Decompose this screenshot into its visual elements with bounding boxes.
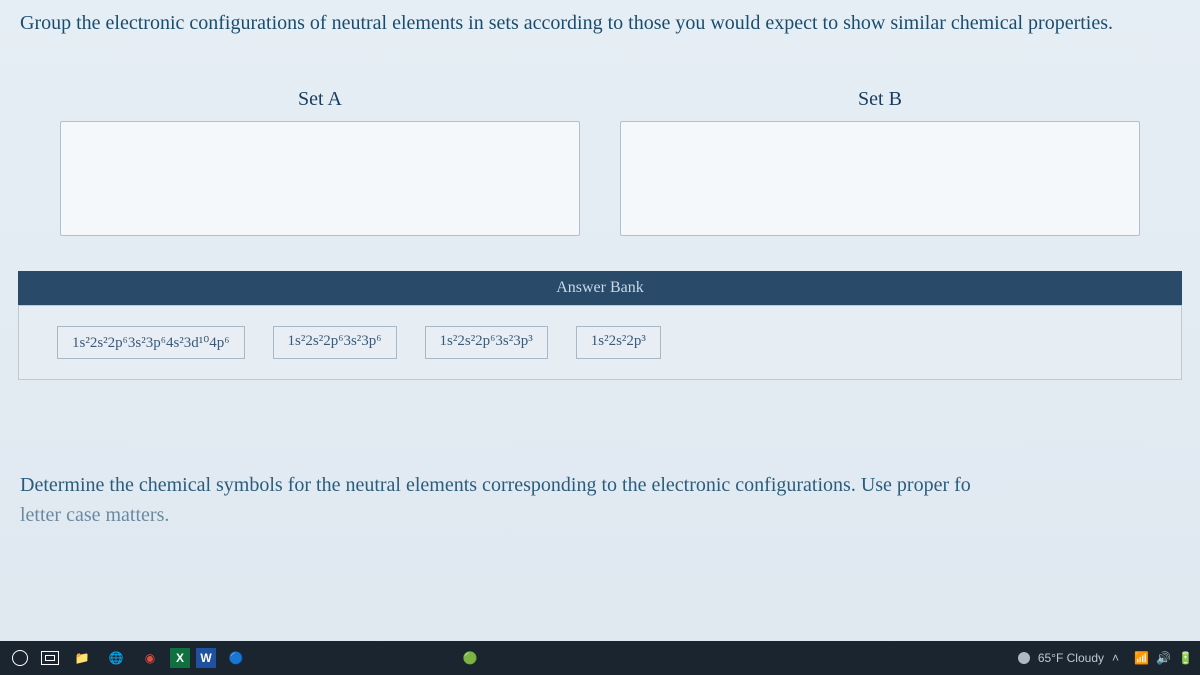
- set-b-label: Set B: [858, 88, 902, 111]
- weather-text[interactable]: 65°F Cloudy: [1038, 651, 1104, 665]
- task-view-button[interactable]: [38, 646, 62, 670]
- answer-bank-header: Answer Bank: [18, 271, 1182, 305]
- app-icon-1[interactable]: 🔵: [222, 646, 250, 670]
- battery-icon[interactable]: 🔋: [1178, 651, 1192, 665]
- edge-icon[interactable]: 🌐: [102, 646, 130, 670]
- volume-icon[interactable]: 🔊: [1156, 651, 1170, 665]
- config-item-4[interactable]: 1s²2s²2p³: [576, 326, 661, 359]
- taskbar: 📁 🌐 ◉ X W 🔵 🟢 65°F Cloudy ˄ 📶 🔊 🔋: [0, 641, 1200, 675]
- set-a-dropzone[interactable]: [60, 121, 580, 236]
- start-button[interactable]: [8, 646, 32, 670]
- network-icon[interactable]: 📶: [1134, 651, 1148, 665]
- weather-icon: [1018, 652, 1030, 664]
- file-explorer-icon[interactable]: 📁: [68, 646, 96, 670]
- word-icon[interactable]: W: [196, 648, 216, 668]
- set-b-group: Set B: [620, 88, 1140, 236]
- second-question: Determine the chemical symbols for the n…: [0, 380, 1200, 540]
- sets-container: Set A Set B: [0, 58, 1200, 256]
- taskbar-left: 📁 🌐 ◉ X W 🔵 🟢: [8, 646, 484, 670]
- circle-icon: [12, 650, 28, 666]
- second-question-line2: letter case matters.: [20, 504, 169, 526]
- answer-bank: 1s²2s²2p⁶3s²3p⁶4s²3d¹⁰4p⁶ 1s²2s²2p⁶3s²3p…: [18, 305, 1182, 380]
- question-text: Group the electronic configurations of n…: [0, 0, 1200, 58]
- taskbar-right: 65°F Cloudy ˄ 📶 🔊 🔋: [1018, 651, 1192, 665]
- chrome-icon[interactable]: ◉: [136, 646, 164, 670]
- task-view-icon: [41, 651, 59, 665]
- set-a-group: Set A: [60, 88, 580, 236]
- config-item-1[interactable]: 1s²2s²2p⁶3s²3p⁶4s²3d¹⁰4p⁶: [57, 326, 245, 359]
- app-icon-2[interactable]: 🟢: [456, 646, 484, 670]
- chevron-up-icon[interactable]: ˄: [1112, 651, 1126, 665]
- excel-icon[interactable]: X: [170, 648, 190, 668]
- config-item-3[interactable]: 1s²2s²2p⁶3s²3p³: [425, 326, 548, 359]
- set-b-dropzone[interactable]: [620, 121, 1140, 236]
- second-question-line1: Determine the chemical symbols for the n…: [20, 474, 971, 496]
- config-item-2[interactable]: 1s²2s²2p⁶3s²3p⁶: [273, 326, 397, 359]
- set-a-label: Set A: [298, 88, 342, 111]
